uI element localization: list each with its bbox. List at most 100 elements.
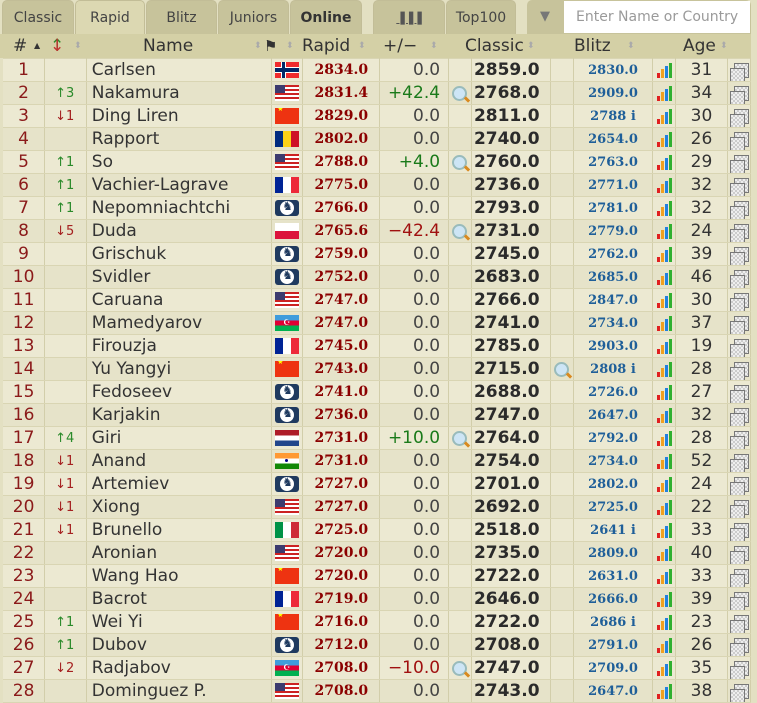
chart-cell[interactable] [652,679,676,703]
rating-chart-icon[interactable] [656,223,672,239]
games-cell[interactable] [727,380,752,404]
games-cell[interactable] [727,495,752,519]
games-icon[interactable] [729,62,749,81]
header-name[interactable]: Name [143,34,193,58]
games-cell[interactable] [727,311,752,335]
chart-cell[interactable] [652,518,676,542]
tab-online[interactable]: Online [290,0,362,34]
chart-cell[interactable] [652,127,676,151]
header-rapid[interactable]: Rapid [302,34,350,58]
player-name[interactable]: Brunello [86,518,273,542]
games-icon[interactable] [729,338,749,357]
filter-icon[interactable]: ▼ [527,0,563,34]
chart-cell[interactable] [652,380,676,404]
games-cell[interactable] [727,357,752,381]
games-cell[interactable] [727,58,752,82]
table-row[interactable]: 24 Bacrot 2719.0 0.0 2646.0 2666.0 39 [3,587,752,611]
chart-cell[interactable] [652,587,676,611]
games-icon[interactable] [729,200,749,219]
rating-chart-icon[interactable] [656,315,672,331]
games-cell[interactable] [727,334,752,358]
player-name[interactable]: Yu Yangyi [86,357,273,381]
rating-chart-icon[interactable] [656,591,672,607]
magnify-icon[interactable] [452,154,468,170]
games-icon[interactable] [729,660,749,679]
rating-chart-icon[interactable] [656,637,672,653]
games-cell[interactable] [727,587,752,611]
rating-chart-icon[interactable] [656,568,672,584]
games-cell[interactable] [727,242,752,266]
chart-cell[interactable] [652,541,676,565]
player-name[interactable]: Dubov [86,633,273,657]
rating-chart-icon[interactable] [656,683,672,699]
player-name[interactable]: Xiong [86,495,273,519]
chart-cell[interactable] [652,426,676,450]
header-blitz[interactable]: Blitz [574,34,611,58]
rating-chart-icon[interactable] [656,545,672,561]
player-name[interactable]: Ding Liren [86,104,273,128]
magnify-icon[interactable] [452,430,468,446]
player-name[interactable]: Svidler [86,265,273,289]
tab-juniors[interactable]: Juniors [218,0,289,34]
rating-chart-icon[interactable] [656,614,672,630]
games-cell[interactable] [727,541,752,565]
games-cell[interactable] [727,403,752,427]
magnify-cell[interactable] [448,81,472,105]
tab-blitz[interactable]: Blitz [146,0,217,34]
table-row[interactable]: 5 ↑1 So 2788.0 +4.0 2760.0 2763.0 29 [3,150,752,174]
magnify-cell[interactable] [448,150,472,174]
rating-chart-icon[interactable] [656,269,672,285]
chart-cell[interactable] [652,564,676,588]
search-input[interactable] [564,1,750,33]
chart-cell[interactable] [652,311,676,335]
table-row[interactable]: 28 Dominguez P. 2708.0 0.0 2743.0 2647.0 38 [3,679,752,703]
games-icon[interactable] [729,591,749,610]
games-icon[interactable] [729,361,749,380]
table-row[interactable]: 21 ↓1 Brunello 2725.0 0.0 2518.0 2641 i 33 [3,518,752,542]
player-name[interactable]: Vachier-Lagrave [86,173,273,197]
rating-chart-icon[interactable] [656,660,672,676]
chart-cell[interactable] [652,242,676,266]
player-name[interactable]: Carlsen [86,58,273,82]
games-icon[interactable] [729,154,749,173]
player-name[interactable]: Karjakin [86,403,273,427]
player-name[interactable]: Nepomniachtchi [86,196,273,220]
sort-asc-icon[interactable]: ▲ [34,34,40,58]
table-row[interactable]: 19↓1Artemiev 2727.00.0 2701.0 2802.0 24 [3,472,752,496]
magnify-icon[interactable] [554,361,570,377]
player-name[interactable]: Mamedyarov [86,311,273,335]
player-name[interactable]: So [86,150,273,174]
chart-cell[interactable] [652,150,676,174]
games-cell[interactable] [727,426,752,450]
player-name[interactable]: Giri [86,426,273,450]
games-icon[interactable] [729,292,749,311]
rating-chart-icon[interactable] [656,108,672,124]
games-icon[interactable] [729,85,749,104]
games-icon[interactable] [729,246,749,265]
chart-cell[interactable] [652,219,676,243]
magnify-icon[interactable] [452,223,468,239]
chart-cell[interactable] [652,58,676,82]
games-icon[interactable] [729,407,749,426]
table-row[interactable]: 3↓1Ding Liren 2829.00.0 2811.0 2788 i 30 [3,104,752,128]
flag-header-icon[interactable]: ⚑ [264,34,277,58]
chart-cell[interactable] [652,288,676,312]
table-row[interactable]: 25↑1Wei Yi 2716.00.0 2722.0 2686 i 23 [3,610,752,634]
table-row[interactable]: 8 ↓5 Duda 2765.6 −42.4 2731.0 2779.0 24 [3,219,752,243]
games-cell[interactable] [727,219,752,243]
games-cell[interactable] [727,564,752,588]
tab-classic[interactable]: Classic [2,0,74,34]
games-icon[interactable] [729,683,749,702]
magnify-cell[interactable] [448,656,472,680]
rating-chart-icon[interactable] [656,200,672,216]
rating-chart-icon[interactable] [656,361,672,377]
player-name[interactable]: Anand [86,449,273,473]
rating-chart-icon[interactable] [656,338,672,354]
player-name[interactable]: Fedoseev [86,380,273,404]
sort-icon[interactable]: ⬍ [74,34,82,58]
games-cell[interactable] [727,81,752,105]
table-row[interactable]: 13 Firouzja 2745.0 0.0 2785.0 2903.0 19 [3,334,752,358]
games-icon[interactable] [729,177,749,196]
magnify-cell[interactable] [448,219,472,243]
table-row[interactable]: 15 Fedoseev 2741.00.0 2688.0 2726.0 27 [3,380,752,404]
